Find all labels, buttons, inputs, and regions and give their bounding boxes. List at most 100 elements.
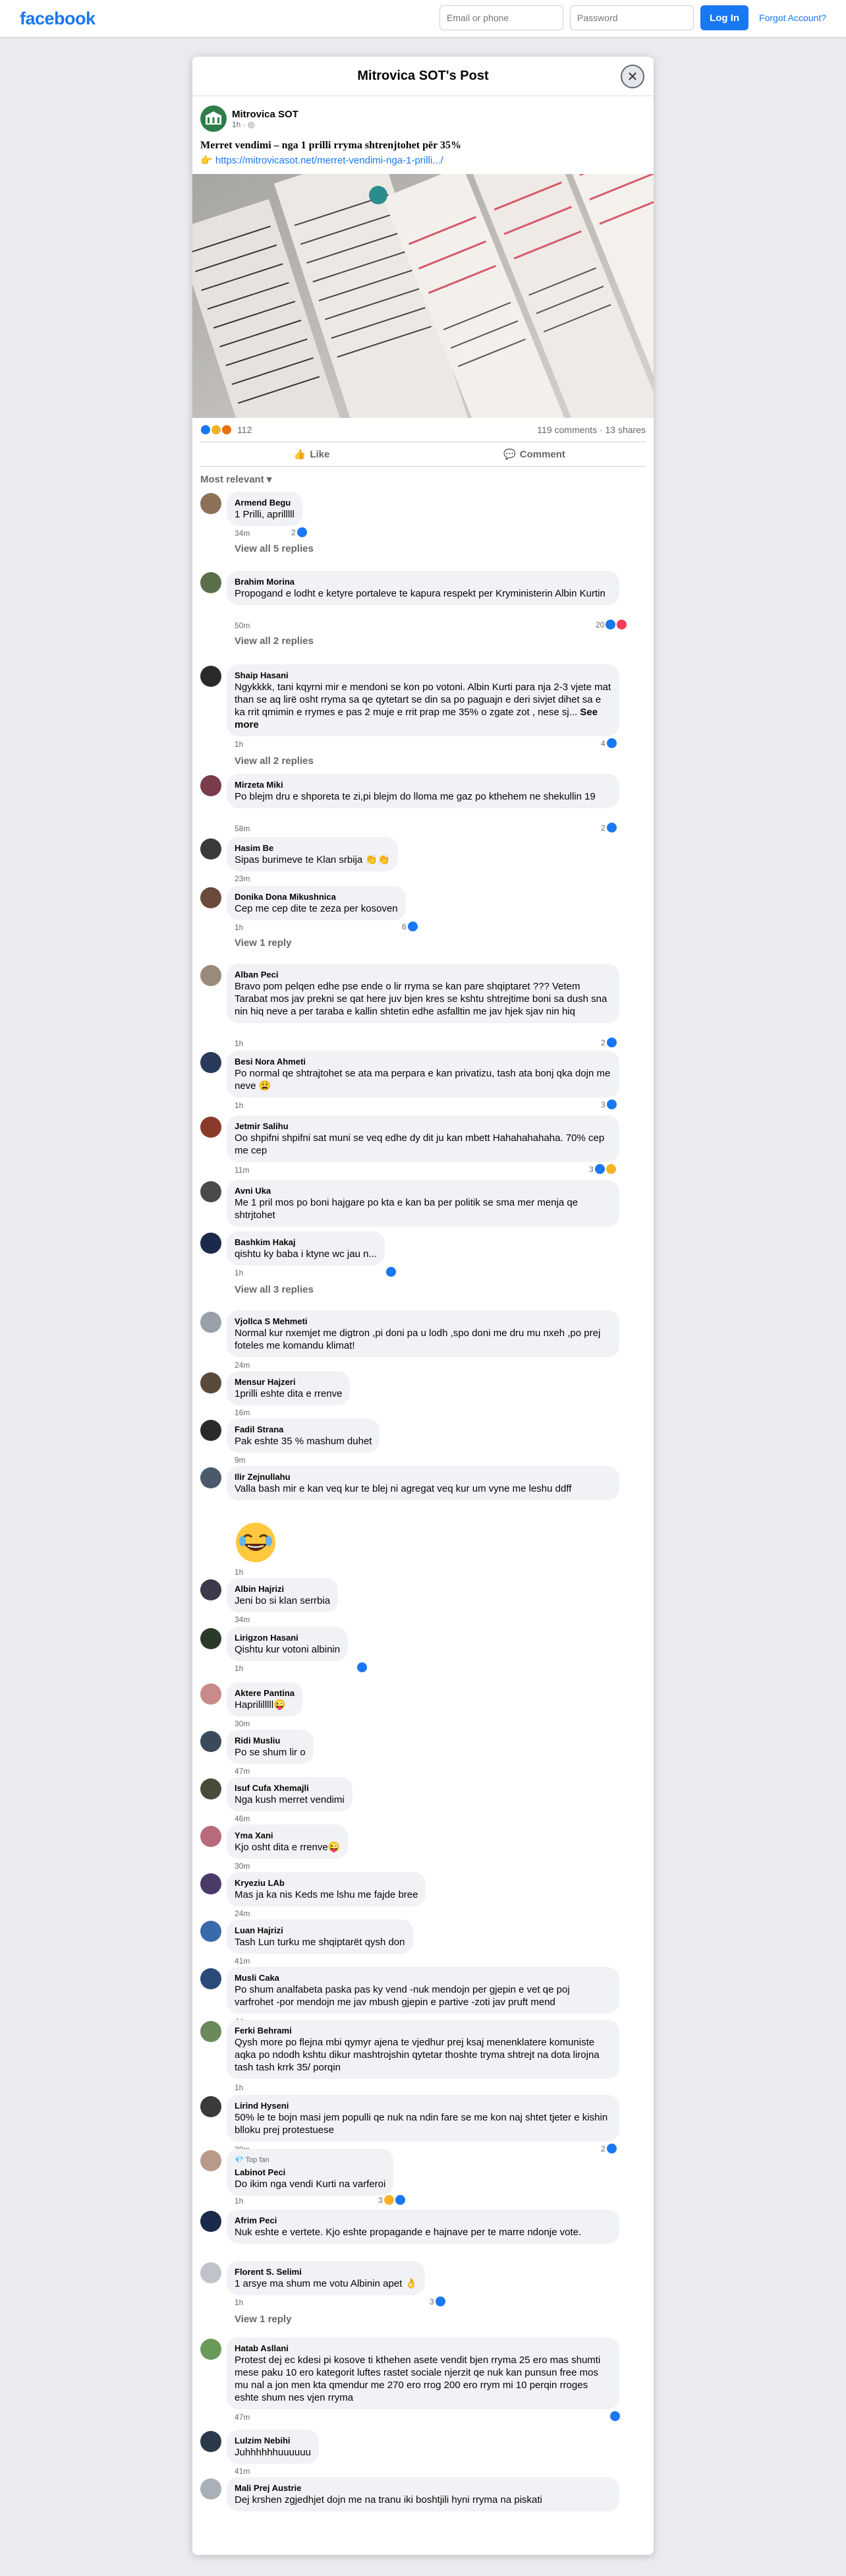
comment-author[interactable]: Besi Nora Ahmeti xyxy=(235,1056,611,1067)
avatar[interactable] xyxy=(200,1628,221,1649)
comment-author[interactable]: Shaip Hasani xyxy=(235,670,611,681)
avatar[interactable] xyxy=(200,1731,221,1752)
view-replies-link[interactable]: View all 2 replies xyxy=(235,635,314,647)
avatar[interactable] xyxy=(200,1312,221,1333)
comment-author[interactable]: Jetmir Salihu xyxy=(235,1121,611,1132)
avatar[interactable] xyxy=(200,838,221,860)
comment-author[interactable]: Mensur Hajzeri xyxy=(235,1376,342,1388)
comment-author[interactable]: Brahim Morina xyxy=(235,576,611,587)
comment-reactions[interactable]: 2 xyxy=(601,823,617,833)
email-field[interactable] xyxy=(439,5,564,30)
comment-author[interactable]: Hasim Be xyxy=(235,842,390,854)
post-link[interactable]: https://mitrovicasot.net/merret-vendimi-… xyxy=(215,155,443,166)
avatar[interactable] xyxy=(200,493,221,514)
comment-time[interactable]: 47m xyxy=(235,2413,250,2422)
comment-author[interactable]: Hatab Asllani xyxy=(235,2343,611,2354)
comment-author[interactable]: Fadil Strana xyxy=(235,1424,372,1435)
avatar[interactable] xyxy=(200,2339,221,2360)
avatar[interactable] xyxy=(200,1117,221,1138)
comment-reactions[interactable]: 2 xyxy=(291,527,307,537)
comment-time[interactable]: 24m xyxy=(235,1361,250,1370)
avatar[interactable] xyxy=(200,1372,221,1393)
comment-author[interactable]: Lirind Hyseni xyxy=(235,2100,611,2111)
avatar[interactable] xyxy=(200,666,221,687)
avatar[interactable] xyxy=(200,1579,221,1600)
comment-time[interactable]: 1h xyxy=(235,1101,243,1110)
avatar[interactable] xyxy=(200,1233,221,1254)
comment-time[interactable]: 9m xyxy=(235,1455,246,1465)
comment-time[interactable]: 34m xyxy=(235,529,250,538)
comment-author[interactable]: Bashkim Hakaj xyxy=(235,1237,377,1248)
comment-time[interactable]: 1h xyxy=(235,1664,243,1673)
comment-time[interactable]: 1h xyxy=(235,740,243,749)
comment-time[interactable]: 30m xyxy=(235,1719,250,1728)
avatar[interactable] xyxy=(200,1873,221,1894)
comment-reactions[interactable]: 3 xyxy=(601,1099,617,1109)
comment-time[interactable]: 16m xyxy=(235,1408,250,1417)
comment-author[interactable]: Armend Begu xyxy=(235,497,295,508)
avatar[interactable] xyxy=(200,2262,221,2283)
comment-button[interactable]: 💬 Comment xyxy=(423,448,646,461)
comment-author[interactable]: Donika Dona Mikushnica xyxy=(235,891,398,902)
post-time[interactable]: 1h · xyxy=(232,120,248,129)
close-icon[interactable]: ✕ xyxy=(621,65,644,88)
comment-reactions[interactable]: 3 xyxy=(589,1164,616,1174)
comment-time[interactable]: 1h xyxy=(235,1567,243,1577)
reaction-summary[interactable]: 112 xyxy=(200,424,252,435)
facebook-logo[interactable]: facebook xyxy=(20,9,96,29)
comment-time[interactable]: 50m xyxy=(235,621,250,630)
comment-reactions[interactable] xyxy=(386,1267,396,1277)
avatar[interactable] xyxy=(200,2021,221,2042)
comment-author[interactable]: Albin Hajrizi xyxy=(235,1583,330,1595)
comment-author[interactable]: Mali Prej Austrie xyxy=(235,2482,611,2494)
avatar[interactable] xyxy=(200,2096,221,2117)
comment-author[interactable]: Kryeziu LAb xyxy=(235,1877,418,1888)
avatar[interactable] xyxy=(200,775,221,796)
view-replies-link[interactable]: View all 2 replies xyxy=(235,755,314,767)
view-replies-link[interactable]: View 1 reply xyxy=(235,937,291,949)
page-name[interactable]: Mitrovica SOT xyxy=(232,109,298,120)
avatar[interactable] xyxy=(200,2431,221,2452)
comment-author[interactable]: Aktere Pantina xyxy=(235,1687,295,1699)
comment-time[interactable]: 1h xyxy=(235,2196,243,2206)
comment-time[interactable]: 58m xyxy=(235,824,250,833)
comment-reactions[interactable]: 20 xyxy=(596,620,627,629)
comment-time[interactable]: 41m xyxy=(235,2467,250,2476)
avatar[interactable] xyxy=(200,965,221,986)
avatar[interactable] xyxy=(200,1921,221,1942)
comment-time[interactable]: 11m xyxy=(235,1165,249,1175)
comment-author[interactable]: Lulzim Nebihi xyxy=(235,2435,311,2446)
comment-reactions[interactable]: 2 xyxy=(601,1038,617,1047)
view-replies-link[interactable]: View all 5 replies xyxy=(235,543,314,554)
comment-time[interactable]: 34m xyxy=(235,1615,250,1624)
avatar[interactable] xyxy=(200,1683,221,1705)
comment-time[interactable]: 1h xyxy=(235,1039,243,1048)
comment-author[interactable]: Alban Peci xyxy=(235,969,611,980)
shares-count[interactable]: 13 shares xyxy=(606,424,646,435)
comment-author[interactable]: Avni Uka xyxy=(235,1185,611,1196)
comment-author[interactable]: Florent S. Selimi xyxy=(235,2266,417,2277)
like-button[interactable]: 👍 Like xyxy=(200,448,423,461)
avatar[interactable] xyxy=(200,1778,221,1800)
avatar[interactable] xyxy=(200,1826,221,1847)
comment-time[interactable]: 47m xyxy=(235,1767,250,1776)
login-button[interactable]: Log In xyxy=(700,5,749,30)
sort-dropdown[interactable]: Most relevant ▾ xyxy=(192,467,654,492)
avatar[interactable] xyxy=(200,1181,221,1202)
password-field[interactable] xyxy=(570,5,694,30)
comment-time[interactable]: 30m xyxy=(235,1861,250,1871)
avatar[interactable] xyxy=(200,572,221,593)
comment-time[interactable]: 41m xyxy=(235,1956,250,1966)
comment-time[interactable]: 1h xyxy=(235,923,243,932)
comment-time[interactable]: 1h xyxy=(235,2083,243,2092)
comments-count[interactable]: 119 comments xyxy=(537,424,597,435)
comment-time[interactable]: 1h xyxy=(235,2298,243,2307)
comment-reactions[interactable]: 4 xyxy=(601,738,617,748)
comment-author[interactable]: Ridi Musliu xyxy=(235,1735,306,1746)
avatar[interactable] xyxy=(200,1467,221,1488)
page-avatar[interactable] xyxy=(200,105,227,132)
comment-author[interactable]: Mirzeta Miki xyxy=(235,779,611,790)
comment-time[interactable]: 24m xyxy=(235,1909,250,1918)
comment-time[interactable]: 1h xyxy=(235,1268,243,1277)
avatar[interactable] xyxy=(200,1968,221,1989)
